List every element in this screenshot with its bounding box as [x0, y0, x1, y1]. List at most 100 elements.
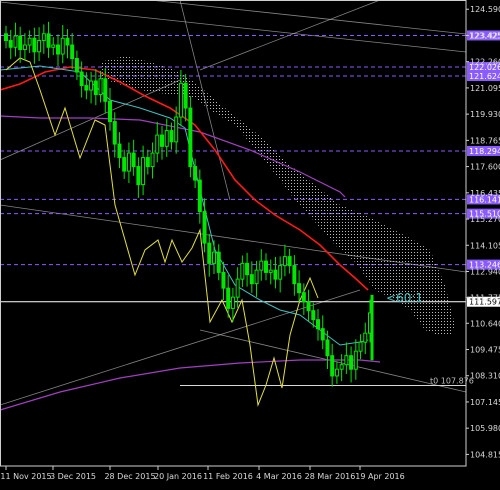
price-candle [46, 21, 51, 58]
candle-body [8, 40, 13, 48]
price-candle [344, 342, 349, 374]
candle-body [131, 152, 136, 168]
price-candle [282, 244, 287, 277]
horizontal-levels: 123.425122.026121.624118.294116.141115.5… [0, 30, 500, 386]
candle-body [240, 262, 245, 280]
y-tick-label: 112.940 [470, 267, 500, 276]
level-tag-label: 121.624 [469, 72, 500, 81]
price-candle [363, 322, 368, 355]
price-candle [51, 37, 56, 56]
candle-body [278, 265, 283, 280]
candle-body [353, 350, 358, 370]
price-candle [131, 139, 136, 176]
price-candle [108, 88, 112, 131]
level-tag-label: 118.294 [469, 147, 500, 156]
candle-body [145, 157, 150, 168]
price-candle [207, 233, 212, 277]
price-candle [93, 69, 98, 106]
y-tick-label: 110.640 [470, 319, 500, 328]
candle-body [202, 211, 207, 244]
y-tick-label: 107.145 [470, 398, 500, 407]
y-tick-label: 123.425 [470, 31, 500, 40]
price-candle [160, 125, 164, 160]
candle-body [268, 269, 273, 273]
price-candle [268, 259, 273, 285]
price-candle [316, 309, 320, 341]
price-candle [292, 255, 297, 296]
y-tick-label: 115.270 [470, 215, 500, 224]
candle-body [221, 271, 226, 289]
price-candle [197, 169, 202, 224]
candle-body [150, 152, 155, 168]
price-candle [145, 149, 150, 175]
candle-body [41, 33, 46, 42]
candle-body [216, 251, 221, 273]
y-tick-label: 118.765 [470, 136, 500, 145]
candle-body [93, 80, 98, 96]
x-tick-label: 11 Feb 2016 [203, 472, 253, 481]
price-candle [330, 343, 335, 387]
price-candle [353, 339, 358, 380]
price-candle [306, 289, 311, 322]
price-candle [8, 29, 13, 60]
price-candle [22, 33, 27, 61]
candle-body [311, 310, 316, 321]
price-candle [126, 142, 131, 184]
candle-body [51, 44, 56, 48]
x-tick-label: 3 Dec 2015 [50, 472, 96, 481]
x-tick-label: 11 Nov 2015 [0, 472, 51, 481]
price-candle [202, 198, 207, 253]
y-tick-label: 116.435 [470, 189, 500, 198]
price-candle [150, 142, 155, 179]
x-tick-label: 19 Apr 2016 [355, 472, 404, 481]
price-candle [164, 118, 169, 157]
candle-body [4, 33, 8, 42]
y-tick-label: 104.815 [470, 450, 500, 459]
candle-body [56, 44, 60, 55]
candle-body [122, 157, 127, 172]
price-candle [117, 132, 122, 169]
price-candle [212, 240, 216, 274]
price-candle [188, 96, 193, 178]
candle-body [126, 152, 131, 172]
candle-body [230, 296, 235, 309]
y-tick-label: 124.590 [470, 5, 500, 14]
x-tick-label: 4 Mar 2016 [256, 472, 302, 481]
candle-body [282, 256, 287, 267]
candle-body [84, 85, 89, 91]
y-tick-label: 122.260 [470, 58, 500, 67]
price-candle [320, 315, 325, 350]
candle-body [188, 107, 193, 168]
price-candle [141, 145, 146, 196]
price-candle [245, 252, 250, 287]
price-candle [89, 71, 94, 104]
price-candle [259, 249, 264, 281]
candle-body [226, 287, 231, 309]
candle-body [306, 301, 311, 312]
x-tick-label: 28 Dec 2015 [104, 472, 155, 481]
candle-body [141, 157, 146, 186]
candle-body [174, 116, 179, 143]
trend-lines [0, 0, 467, 406]
price-candle [60, 24, 65, 64]
price-candle [136, 157, 141, 198]
candle-body [273, 269, 278, 280]
candle-body [207, 242, 212, 264]
price-candle [273, 256, 278, 289]
candle-body [178, 82, 183, 118]
price-candle [287, 248, 292, 274]
candle-body [320, 328, 325, 341]
price-candle [216, 244, 221, 281]
candle-body [32, 37, 37, 53]
price-candle [32, 27, 37, 64]
candle-body [249, 274, 254, 285]
candle-body [117, 143, 122, 159]
candle-body [112, 121, 117, 145]
price-candle [70, 33, 75, 70]
candle-body [108, 100, 112, 123]
candle-body [22, 44, 27, 51]
candle-body [212, 251, 216, 264]
ratio-annotation: <60:1 [386, 291, 423, 305]
candle-body [334, 368, 339, 377]
y-tick-label: 109.475 [470, 346, 500, 355]
